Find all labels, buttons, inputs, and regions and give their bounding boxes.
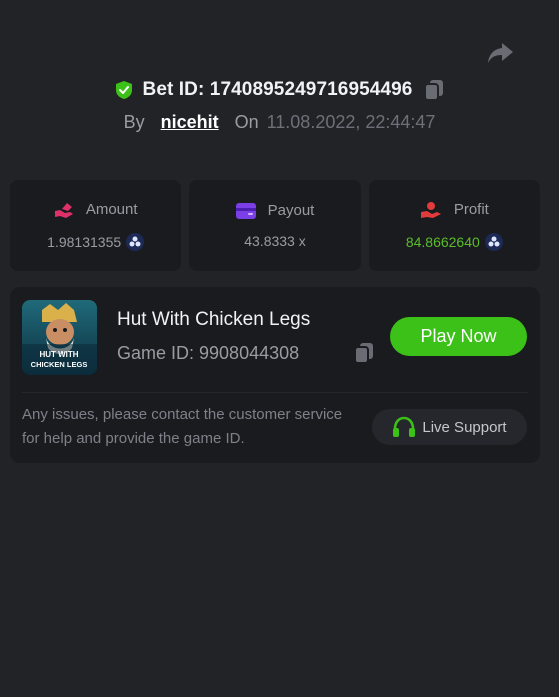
support-notice: Any issues, please contact the customer … bbox=[22, 406, 343, 447]
live-support-button[interactable]: Live Support bbox=[372, 409, 527, 445]
stat-amount-label: Amount bbox=[85, 201, 138, 218]
share-button[interactable] bbox=[484, 37, 516, 69]
svg-text:HUT WITH: HUT WITH bbox=[39, 350, 78, 359]
bet-date: 11.08.2022, 22:44:47 bbox=[266, 111, 436, 132]
game-id: Game ID: 9908044308 bbox=[117, 343, 300, 363]
verified-shield-icon bbox=[115, 81, 132, 99]
live-support-label: Live Support bbox=[422, 418, 507, 436]
stat-payout-label: Payout bbox=[267, 202, 315, 219]
stat-payout-value: 43.8333 x bbox=[244, 233, 306, 249]
game-card: HUT WITH CHICKEN LEGS Hut With Chicken L… bbox=[10, 287, 540, 463]
stat-payout: Payout 43.8333 x bbox=[189, 180, 361, 271]
game-thumbnail[interactable]: HUT WITH CHICKEN LEGS bbox=[22, 300, 97, 375]
stat-profit-label: Profit bbox=[453, 201, 489, 218]
copy-icon bbox=[354, 343, 373, 364]
bet-stats: Amount 1.98131355 Payout 43.8333 x Profi… bbox=[10, 180, 540, 271]
stat-profit: Profit 84.8662640 bbox=[368, 180, 540, 271]
svg-text:CHICKEN LEGS: CHICKEN LEGS bbox=[31, 360, 88, 369]
stat-amount: Amount 1.98131355 bbox=[10, 180, 182, 271]
headset-icon bbox=[393, 416, 416, 437]
copy-icon bbox=[424, 80, 444, 101]
bet-id-row: Bet ID: 1740895249716954496 bbox=[0, 76, 559, 104]
share-arrow-icon bbox=[488, 43, 513, 63]
profit-hand-icon bbox=[420, 201, 441, 218]
bet-details-page: Bet ID: 1740895249716954496 By nicehit O… bbox=[0, 0, 559, 697]
stat-amount-value: 1.98131355 bbox=[47, 233, 122, 250]
stat-profit-value: 84.8662640 bbox=[405, 233, 480, 250]
copy-game-id-button[interactable] bbox=[354, 342, 374, 369]
wallet-card-icon bbox=[235, 202, 256, 219]
by-label: By bbox=[123, 111, 145, 132]
play-now-button[interactable]: Play Now bbox=[390, 317, 527, 356]
copy-bet-id-button[interactable] bbox=[424, 79, 444, 101]
game-title: Hut With Chicken Legs bbox=[117, 309, 311, 330]
coin-icon bbox=[126, 232, 145, 251]
card-divider bbox=[22, 392, 528, 393]
bet-id: Bet ID: 1740895249716954496 bbox=[142, 79, 413, 100]
amount-hand-icon bbox=[54, 202, 73, 218]
username-link[interactable]: nicehit bbox=[161, 112, 219, 133]
on-label: On bbox=[234, 111, 259, 132]
coin-icon bbox=[484, 232, 503, 251]
bet-author-row: By nicehit On 11.08.2022, 22:44:47 bbox=[0, 109, 559, 135]
